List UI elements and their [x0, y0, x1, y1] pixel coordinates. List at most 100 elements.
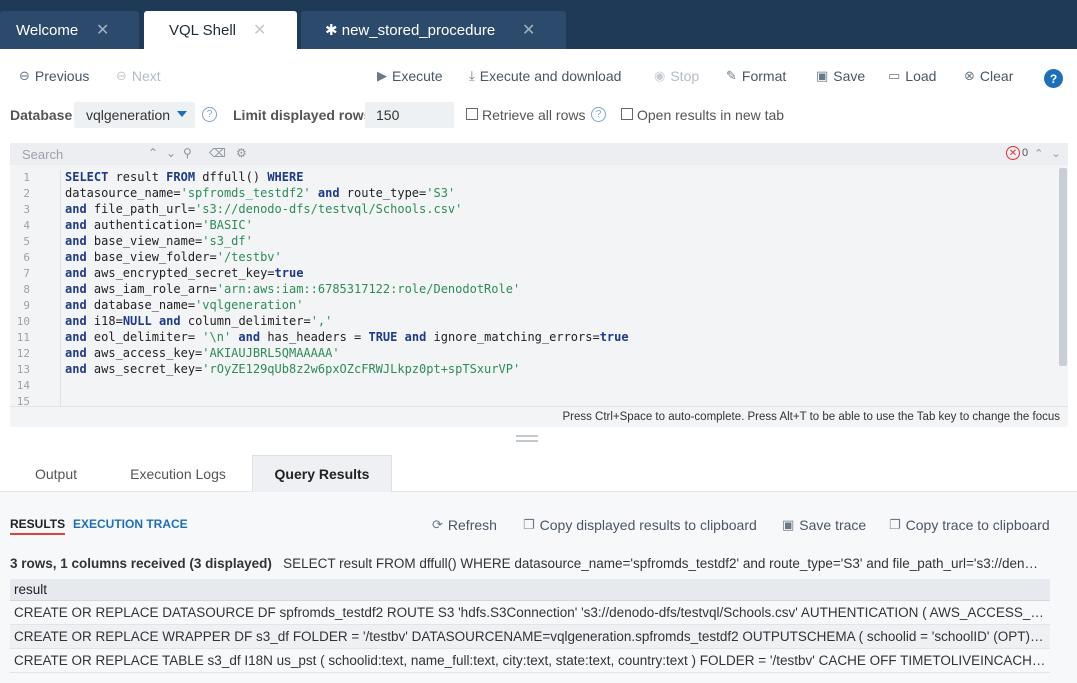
error-count: 0	[1022, 147, 1029, 159]
search-icon[interactable]: ⚲	[183, 146, 192, 160]
open-new-tab-label: Open results in new tab	[637, 107, 785, 123]
arrow-right-circle-icon: ⊖	[116, 68, 127, 83]
tab-vql-shell[interactable]: VQL Shell ✕	[144, 11, 297, 49]
line-number: 2	[23, 187, 30, 200]
retrieve-all-help-icon[interactable]: ?	[591, 107, 606, 122]
clear-circle-icon: ⊗	[964, 68, 975, 83]
tab-execution-logs[interactable]: Execution Logs	[112, 455, 244, 492]
previous-button[interactable]: ⊖ Previous	[19, 68, 89, 84]
code-line-12: and aws_access_key='AKIAUJBRL5QMAAAAA'	[65, 346, 340, 360]
options-row: Database vqlgeneration ? Limit displayed…	[0, 102, 1077, 128]
search-input[interactable]: Search	[22, 147, 63, 162]
help-icon[interactable]: ?	[1044, 69, 1063, 88]
retrieve-all-label: Retrieve all rows	[482, 107, 586, 123]
brush-icon: ✎	[726, 68, 737, 83]
code-line-7: and aws_encrypted_secret_key=true	[65, 266, 304, 280]
save-trace-label: Save trace	[799, 517, 867, 533]
copy-icon: ❐	[523, 517, 535, 532]
save-label: Save	[833, 68, 866, 84]
bottom-tabs: Output Execution Logs Query Results	[0, 455, 1077, 492]
next-button[interactable]: ⊖ Next	[116, 68, 161, 84]
tab-new-stored-procedure[interactable]: ✱ new_stored_procedure ✕	[301, 11, 566, 49]
code-line-8: and aws_iam_role_arn='arn:aws:iam::67853…	[65, 282, 521, 296]
line-number: 5	[23, 235, 30, 248]
code-line-2: datasource_name='spfromds_testdf2' and r…	[65, 186, 456, 200]
table-row[interactable]: CREATE OR REPLACE WRAPPER DF s3_df FOLDE…	[10, 625, 1050, 649]
clear-label: Clear	[979, 68, 1014, 84]
save-trace-button[interactable]: ▣ Save trace	[782, 517, 866, 533]
line-number: 3	[23, 203, 30, 216]
clear-button[interactable]: ⊗ Clear	[964, 68, 1013, 84]
tab-query-results[interactable]: Query Results	[252, 455, 392, 492]
close-icon[interactable]: ✕	[253, 20, 266, 40]
resize-handle[interactable]	[516, 435, 538, 443]
column-header[interactable]: result	[10, 579, 1050, 601]
stop-label: Stop	[670, 68, 700, 84]
clear-search-icon[interactable]: ⌫	[209, 146, 226, 160]
tab-results[interactable]: RESULTS	[10, 517, 66, 535]
code-line-11: and eol_delimiter= '\n' and has_headers …	[65, 330, 629, 344]
table-cell: CREATE OR REPLACE DATASOURCE DF spfromds…	[14, 605, 1046, 620]
close-icon[interactable]: ✕	[522, 20, 535, 40]
retrieve-all-checkbox[interactable]	[466, 108, 478, 120]
copy-displayed-button[interactable]: ❐ Copy displayed results to clipboard	[523, 517, 757, 533]
line-number: 7	[23, 267, 30, 280]
tab-output[interactable]: Output	[0, 455, 112, 492]
stop-icon: ◉	[654, 68, 666, 83]
execute-button[interactable]: ▶ Execute	[377, 68, 443, 84]
download-icon: ⤓	[469, 68, 475, 83]
execute-label: Execute	[392, 68, 443, 84]
line-number: 10	[16, 315, 30, 328]
table-cell: CREATE OR REPLACE WRAPPER DF s3_df FOLDE…	[14, 629, 1046, 644]
table-row[interactable]: CREATE OR REPLACE TABLE s3_df I18N us_ps…	[10, 649, 1050, 673]
open-new-tab-checkbox[interactable]	[621, 108, 633, 120]
close-icon[interactable]: ✕	[96, 20, 109, 40]
gear-icon[interactable]: ⚙	[236, 146, 247, 160]
line-number: 9	[23, 299, 30, 312]
refresh-icon: ⟳	[432, 517, 443, 532]
save-button[interactable]: ▣ Save	[816, 68, 865, 84]
code-area[interactable]: 1 2 3 4 5 6 7 8 9 10 11 12 13 14 15 SELECT result FROM…	[10, 170, 1058, 406]
refresh-button[interactable]: ⟳ Refresh	[432, 517, 497, 533]
table-row[interactable]: CREATE OR REPLACE DATASOURCE DF spfromds…	[10, 601, 1050, 625]
next-label: Next	[131, 68, 161, 84]
line-number: 4	[23, 219, 30, 232]
results-table: result CREATE OR REPLACE DATASOURCE DF s…	[10, 579, 1050, 673]
floppy-icon: ▣	[782, 517, 795, 532]
line-number: 11	[16, 331, 30, 344]
copy-trace-button[interactable]: ❐ Copy trace to clipboard	[889, 517, 1050, 533]
results-query: SELECT result FROM dffull() WHERE dataso…	[283, 556, 1040, 571]
error-icon: ✕	[1006, 146, 1020, 160]
tab-welcome[interactable]: Welcome ✕	[0, 11, 139, 49]
editor-hint: Press Ctrl+Space to auto-complete. Press…	[562, 411, 1060, 423]
stop-button[interactable]: ◉ Stop	[654, 68, 699, 84]
line-number: 13	[16, 363, 30, 376]
code-line-3: and file_path_url='s3://denodo-dfs/testv…	[65, 202, 463, 216]
chevron-down-icon[interactable]: ⌄	[166, 146, 176, 160]
database-select[interactable]: vqlgeneration	[74, 102, 195, 128]
editor-scrollbar[interactable]	[1059, 168, 1067, 366]
chevron-up-icon[interactable]: ⌃	[148, 146, 158, 160]
line-number: 1	[23, 171, 30, 184]
line-number: 6	[23, 251, 30, 264]
tab-execution-trace[interactable]: EXECUTION TRACE	[73, 517, 188, 531]
results-count: 3 rows, 1 columns received (3 displayed)	[10, 556, 272, 571]
previous-label: Previous	[34, 68, 90, 84]
copy-icon: ❐	[889, 517, 901, 532]
database-label: Database	[10, 107, 73, 123]
limit-rows-input[interactable]	[365, 102, 454, 128]
database-help-icon[interactable]: ?	[202, 107, 217, 122]
tab-label: Welcome	[16, 21, 79, 39]
line-number: 8	[23, 283, 30, 296]
load-button[interactable]: ▭ Load	[888, 68, 936, 84]
code-line-13: and aws_secret_key='rOyZE129qUb8z2w6pxOZ…	[65, 362, 521, 376]
table-cell: CREATE OR REPLACE TABLE s3_df I18N us_ps…	[14, 653, 1046, 668]
execute-download-button[interactable]: ⤓ Execute and download	[469, 68, 621, 84]
limit-label: Limit displayed rows	[233, 107, 372, 123]
chevron-down-icon[interactable]: ⌄	[1051, 147, 1060, 160]
results-summary: 3 rows, 1 columns received (3 displayed)…	[10, 556, 1040, 571]
tab-bar: Welcome ✕ VQL Shell ✕ ✱ new_stored_proce…	[0, 0, 1077, 49]
chevron-up-icon[interactable]: ⌃	[1034, 147, 1043, 160]
error-counter: ✕ 0 ⌃ ⌄	[1006, 146, 1061, 160]
format-button[interactable]: ✎ Format	[726, 68, 786, 84]
